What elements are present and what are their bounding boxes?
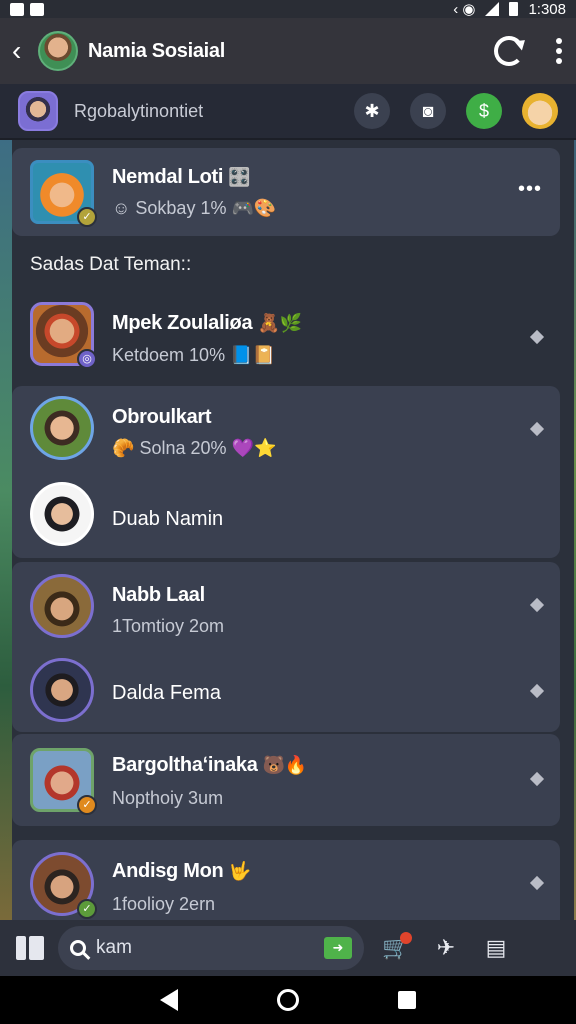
- back-button[interactable]: ‹: [12, 37, 32, 65]
- friend-group-card: Obroulkart 🥐 Solna 20% 💜⭐ Duab Namin: [12, 386, 560, 558]
- status-bar: ‹ ◉ 1:308: [0, 0, 576, 18]
- avatar: ✓: [30, 852, 97, 919]
- friend-card[interactable]: ✓ Andisg Mon 🤟 1foolioy 2ern: [12, 840, 560, 920]
- app-header: ‹ Namia Sosiaial: [0, 18, 576, 84]
- verified-badge-icon: ✓: [77, 795, 97, 815]
- nav-recents-icon[interactable]: [398, 991, 417, 1009]
- status-emoji: 🎮🎨: [231, 198, 277, 218]
- avatar: ◎: [30, 302, 97, 369]
- friend-status: 1Tomtioy 2om: [112, 616, 225, 636]
- list-item[interactable]: Duab Namin: [12, 472, 560, 558]
- page-title: Namia Sosiaial: [88, 39, 225, 62]
- shop-icon[interactable]: 🛒: [378, 930, 414, 966]
- system-nav-bar: [0, 976, 576, 1024]
- more-options-icon[interactable]: [554, 38, 564, 64]
- name-emoji: 🐻🔥: [262, 755, 308, 775]
- friend-name: Duab Namin: [112, 508, 224, 530]
- puzzle-icon[interactable]: ✱: [354, 93, 390, 129]
- name-emoji: 🎛️: [228, 167, 251, 187]
- search-bar[interactable]: kam ➜: [58, 926, 364, 970]
- bottom-toolbar: kam ➜ 🛒 ✈ ▤: [0, 920, 576, 976]
- friend-status: Ketdoem 10% 📘📔: [112, 345, 275, 365]
- avatar: ✓: [30, 160, 97, 227]
- avatar: [30, 574, 94, 638]
- signal-icon: [485, 2, 500, 16]
- list-item[interactable]: Dalda Fema: [12, 648, 560, 732]
- sidebar-toggle-icon[interactable]: [16, 936, 44, 960]
- battery-icon: [509, 2, 519, 16]
- name-emoji: 🤟: [228, 861, 251, 881]
- chevron-icon[interactable]: [529, 771, 545, 787]
- status-right-icons: ‹ ◉ 1:308: [453, 0, 566, 19]
- avatar: ✓: [30, 748, 97, 815]
- chevron-icon[interactable]: [529, 421, 545, 437]
- chevron-icon[interactable]: [529, 875, 545, 891]
- chevron-icon[interactable]: [529, 683, 545, 699]
- subheader-bar: Rgobalytinontiet ✱ ◙ $: [0, 84, 576, 140]
- verified-badge-icon: ✓: [77, 207, 97, 227]
- message-icon: [30, 2, 44, 16]
- friend-status: Nopthoiy 3um: [112, 788, 224, 808]
- profile-avatar[interactable]: [38, 31, 78, 71]
- more-options-icon[interactable]: •••: [518, 178, 542, 201]
- chevron-icon[interactable]: [529, 329, 545, 345]
- status-emoji: 📘📔: [230, 345, 275, 365]
- leaf-icon: 🥐: [112, 438, 135, 458]
- name-emoji: 🧸🌿: [257, 313, 303, 333]
- group-avatar[interactable]: [18, 91, 58, 131]
- list-item[interactable]: Obroulkart 🥐 Solna 20% 💜⭐: [12, 386, 560, 472]
- header-actions: [494, 36, 564, 66]
- friend-name: Dalda Fema: [112, 682, 221, 704]
- verified-badge-icon: ✓: [77, 899, 97, 919]
- pinned-friend-card[interactable]: ✓ Nemdal Loti 🎛️ ☺ Sokbay 1% 🎮🎨 •••: [12, 148, 560, 236]
- friend-name: Andisg Mon 🤟: [112, 860, 251, 882]
- notification-dot: [400, 932, 412, 944]
- list-item[interactable]: ◎ Mpek Zoulaliøa 🧸🌿 Ketdoem 10% 📘📔: [12, 290, 560, 380]
- avatar: [30, 396, 94, 460]
- refresh-icon[interactable]: [494, 36, 524, 66]
- nav-home-icon[interactable]: [276, 989, 299, 1011]
- status-emoji: 💜⭐: [231, 438, 277, 458]
- list-item[interactable]: Nabb Laal 1Tomtioy 2om: [12, 562, 560, 648]
- user-face-icon[interactable]: [522, 93, 558, 129]
- nav-back-icon[interactable]: [159, 989, 178, 1011]
- money-icon[interactable]: $: [466, 93, 502, 129]
- smile-icon: ☺: [112, 198, 131, 218]
- subheader-actions: ✱ ◙ $: [354, 93, 558, 129]
- gift-icon[interactable]: ◙: [410, 93, 446, 129]
- section-label: Sadas Dat Teman::: [30, 254, 192, 275]
- friend-name: Bargolthaʻinaka 🐻🔥: [112, 754, 308, 776]
- status-time: 1:308: [528, 0, 566, 18]
- friend-name: Nabb Laal: [112, 584, 205, 606]
- airplane-icon[interactable]: ✈: [428, 930, 464, 966]
- avatar: [30, 658, 94, 722]
- search-icon: [70, 940, 86, 956]
- friend-card[interactable]: ✓ Bargolthaʻinaka 🐻🔥 Nopthoiy 3um: [12, 734, 560, 826]
- friend-name: Obroulkart: [112, 406, 212, 428]
- friend-name: Mpek Zoulaliøa 🧸🌿: [112, 312, 303, 334]
- friends-list-panel[interactable]: ✓ Nemdal Loti 🎛️ ☺ Sokbay 1% 🎮🎨 ••• Sada…: [12, 140, 574, 920]
- friend-status: 🥐 Solna 20% 💜⭐: [112, 438, 277, 458]
- avatar: [30, 482, 94, 546]
- friend-status: 1foolioy 2ern: [112, 894, 216, 914]
- send-icon[interactable]: ➜: [324, 937, 352, 959]
- scenery-left: [0, 140, 12, 920]
- inbox-icon[interactable]: ▤: [478, 930, 514, 966]
- status-badge-icon: ◎: [77, 349, 97, 369]
- notification-icon: [10, 2, 24, 16]
- status-left-icons: [10, 2, 44, 16]
- search-input[interactable]: kam: [96, 937, 132, 959]
- location-icon: ‹ ◉: [453, 1, 476, 18]
- friend-name: Nemdal Loti 🎛️: [112, 166, 251, 188]
- subheader-title: Rgobalytinontiet: [74, 100, 204, 121]
- friend-status: ☺ Sokbay 1% 🎮🎨: [112, 198, 277, 218]
- chevron-icon[interactable]: [529, 597, 545, 613]
- friend-group-card: Nabb Laal 1Tomtioy 2om Dalda Fema: [12, 562, 560, 732]
